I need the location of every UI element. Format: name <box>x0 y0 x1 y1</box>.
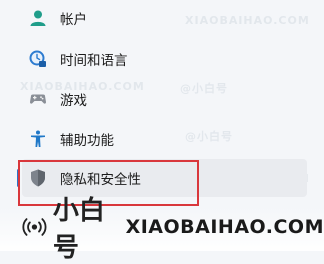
sidebar-item-label: 时间和语言 <box>60 53 128 69</box>
sidebar-item-accessibility[interactable]: 辅助功能 <box>22 120 307 158</box>
gaming-icon <box>30 94 46 104</box>
sidebar-item-label: 帐户 <box>60 12 87 28</box>
radio-signal-icon <box>22 218 47 236</box>
sidebar-item-time-language[interactable]: 时间和语言 <box>22 40 307 78</box>
time-language-icon <box>29 50 46 67</box>
sidebar-item-gaming[interactable]: 游戏 <box>22 80 307 118</box>
sidebar-item-accounts[interactable]: 帐户 <box>22 0 307 37</box>
watermark-name: 小白号 <box>52 196 105 263</box>
accessibility-icon <box>31 130 45 147</box>
sidebar-item-label: 游戏 <box>60 93 87 109</box>
watermark-banner: 小白号 XIAOBAIHAO.COM <box>22 196 324 263</box>
account-icon <box>30 10 46 26</box>
sidebar-item-label: 辅助功能 <box>60 133 114 149</box>
watermark-site: XIAOBAIHAO.COM <box>125 216 324 238</box>
